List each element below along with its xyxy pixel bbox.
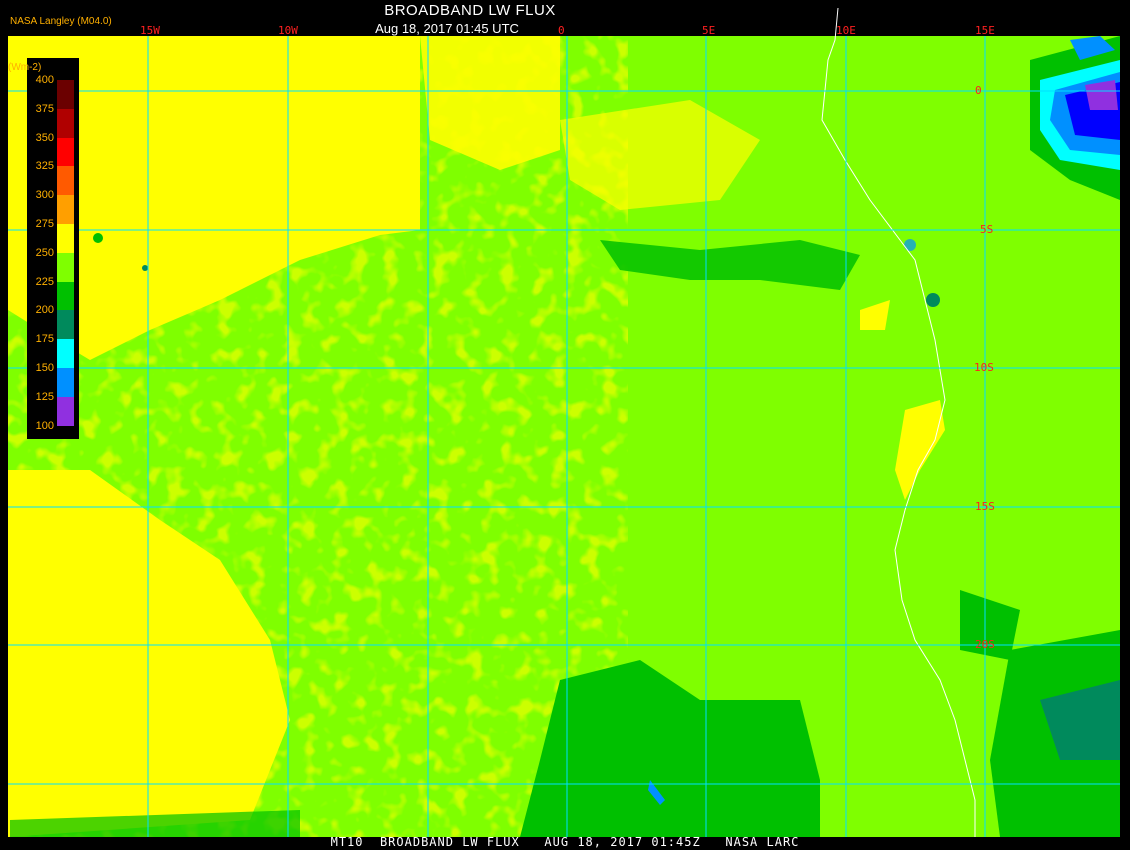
legend-swatch-5 [57,224,74,253]
legend-swatch-11 [57,396,74,426]
flux-map [8,7,1120,837]
legend-tick-100: 100 [35,419,54,432]
lon-label-15w: 15W [140,24,160,37]
lon-label-15e: 15E [975,24,995,37]
legend-tick-175: 175 [35,333,54,346]
map-title: BROADBAND LW FLUX [384,2,556,19]
legend-swatch-6 [57,252,74,282]
legend-tick-350: 350 [35,131,54,144]
legend-swatch-10 [57,368,74,397]
legend-swatch-8 [57,310,74,340]
legend-swatch-7 [57,281,74,311]
legend-tick-225: 225 [35,275,54,288]
legend-tick-250: 250 [35,246,54,259]
legend-swatch-0 [57,80,74,109]
lon-label-5e: 5E [702,24,716,37]
lon-label-10w: 10W [278,24,298,37]
legend-tick-325: 325 [35,160,54,173]
lon-label-10e: 10E [836,24,856,37]
lat-label-5s: 5S [980,223,994,236]
legend-swatch-1 [57,108,74,138]
legend-swatch-3 [57,166,74,196]
lat-label-15s: 15S [975,500,995,513]
legend-tick-275: 275 [35,218,54,230]
lat-label-10s: 10S [974,361,994,374]
legend-tick-125: 125 [35,390,54,403]
legend-unit: (Wm-2) [8,62,42,73]
legend-swatch-2 [57,137,74,167]
lat-label-20s: 20S [975,638,995,651]
legend-swatch-4 [57,195,74,224]
legend-tick-300: 300 [35,189,54,202]
flux-field [8,36,1120,837]
legend-tick-375: 375 [35,102,54,115]
footer-caption: MT10 BROADBAND LW FLUX AUG 18, 2017 01:4… [330,835,800,849]
legend-tick-200: 200 [35,304,54,317]
lon-label-0: 0 [558,24,565,37]
lat-label-0: 0 [975,84,982,97]
legend-tick-150: 150 [35,362,54,374]
legend-swatch-9 [57,339,74,368]
legend-tick-400: 400 [35,74,54,86]
timestamp: Aug 18, 2017 01:45 UTC [375,21,519,36]
